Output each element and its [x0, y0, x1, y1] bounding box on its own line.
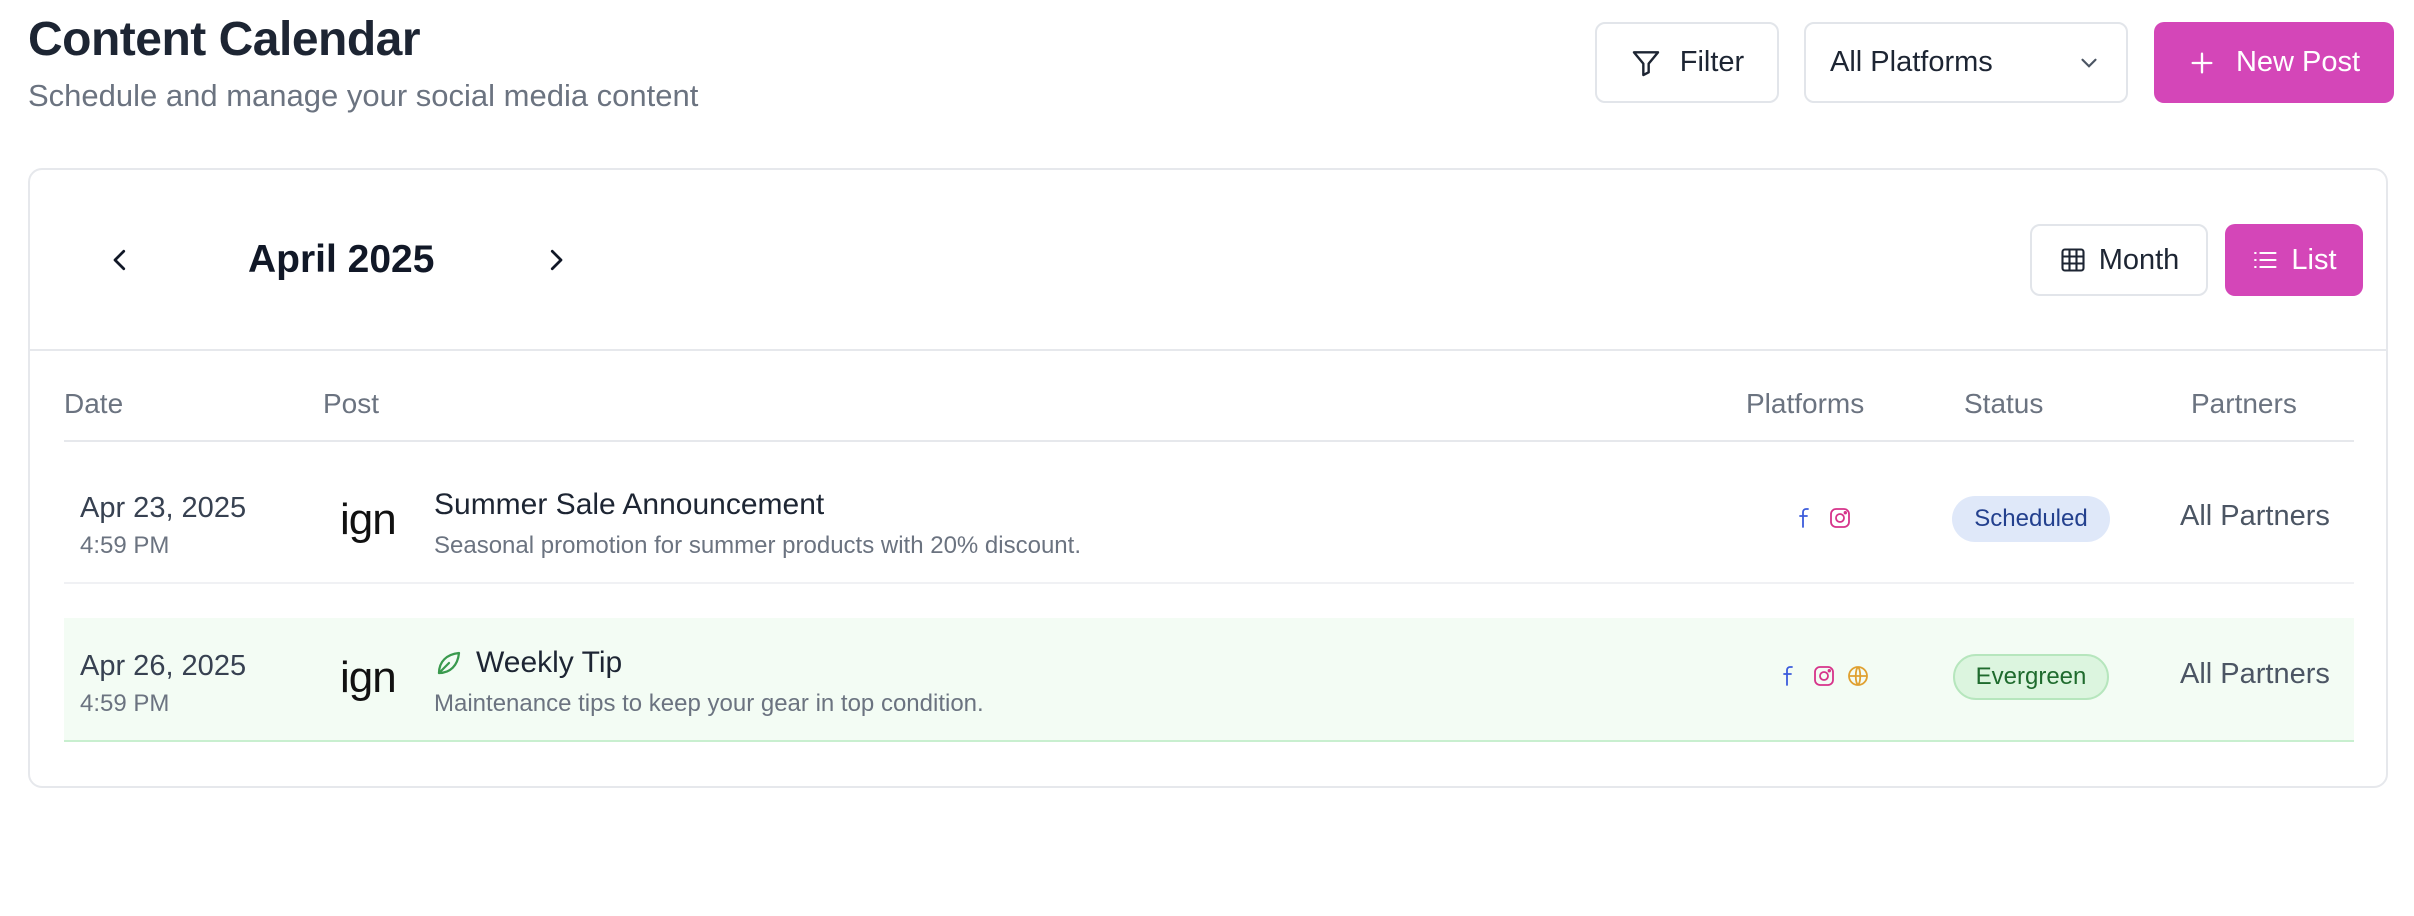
- filter-label: Filter: [1679, 46, 1745, 78]
- next-month-button[interactable]: [536, 240, 576, 280]
- instagram-icon: [1830, 508, 1850, 528]
- post-title: Weekly Tip: [476, 646, 623, 679]
- list-view-label: List: [2291, 243, 2337, 276]
- month-view-label: Month: [2098, 243, 2180, 276]
- table-header-divider: [64, 440, 2354, 442]
- post-date: Apr 23, 2025: [80, 492, 247, 524]
- partners-value: All Partners: [2180, 500, 2330, 532]
- partners-value: All Partners: [2180, 658, 2330, 690]
- column-header-post: Post: [323, 388, 380, 419]
- partner-logo: ign: [340, 653, 397, 702]
- leaf-icon: [434, 648, 464, 678]
- instagram-icon: [1814, 666, 1834, 686]
- filter-button[interactable]: Filter: [1595, 22, 1779, 103]
- platform-select[interactable]: All Platforms: [1804, 22, 2128, 103]
- platform-select-value: All Platforms: [1830, 46, 1993, 78]
- page-header: Content Calendar Schedule and manage you…: [28, 0, 2394, 130]
- filter-icon: [1632, 50, 1659, 76]
- page-subtitle: Schedule and manage your social media co…: [28, 78, 699, 113]
- column-header-partners: Partners: [2191, 388, 2297, 419]
- page-title: Content Calendar: [28, 13, 421, 66]
- month-view-button[interactable]: Month: [2030, 224, 2208, 296]
- list-icon: [2254, 251, 2277, 269]
- calendar-toolbar: April 2025 Month List: [30, 170, 2386, 351]
- status-badge: Scheduled: [1952, 496, 2110, 542]
- chevron-left-icon: [113, 249, 126, 271]
- column-header-date: Date: [64, 388, 124, 419]
- facebook-icon: [1783, 666, 1793, 686]
- chevron-right-icon: [550, 249, 563, 271]
- platform-icons: [1794, 506, 1852, 530]
- post-description: Seasonal promotion for summer products w…: [434, 532, 1081, 559]
- grid-icon: [2061, 248, 2085, 272]
- calendar-card: April 2025 Month List Date Post Platform…: [28, 168, 2388, 788]
- new-post-label: New Post: [2235, 46, 2361, 78]
- post-time: 4:59 PM: [80, 532, 170, 559]
- list-view-button[interactable]: List: [2225, 224, 2363, 296]
- chevron-down-icon: [2081, 58, 2097, 68]
- column-header-status: Status: [1964, 388, 2044, 419]
- month-label: April 2025: [248, 238, 435, 281]
- table-row[interactable]: Apr 26, 2025 4:59 PM ign Weekly Tip Main…: [64, 618, 2354, 742]
- table-row[interactable]: Apr 23, 2025 4:59 PM ign Summer Sale Ann…: [64, 460, 2354, 584]
- globe-icon: [1848, 666, 1868, 686]
- previous-month-button[interactable]: [100, 240, 140, 280]
- new-post-button[interactable]: New Post: [2154, 22, 2394, 103]
- post-title-group: Summer Sale Announcement: [434, 488, 824, 522]
- post-title: Summer Sale Announcement: [434, 488, 825, 521]
- platform-icons: [1778, 664, 1870, 688]
- post-date: Apr 26, 2025: [80, 650, 247, 682]
- partner-logo: ign: [340, 495, 397, 544]
- status-badge: Evergreen: [1953, 654, 2109, 700]
- column-header-platforms: Platforms: [1746, 388, 1865, 419]
- post-title-group: Weekly Tip: [434, 646, 622, 680]
- facebook-icon: [1799, 508, 1809, 528]
- post-description: Maintenance tips to keep your gear in to…: [434, 690, 984, 717]
- plus-icon: [2191, 52, 2213, 74]
- post-time: 4:59 PM: [80, 690, 170, 717]
